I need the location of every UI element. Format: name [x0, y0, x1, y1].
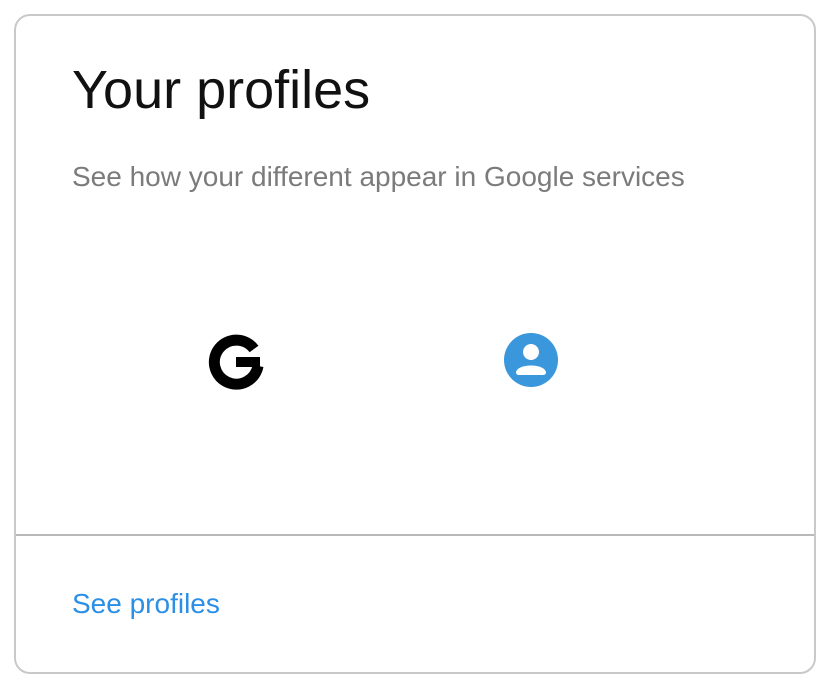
card-title: Your profiles — [72, 60, 371, 120]
google-g-icon — [208, 334, 264, 390]
account-circle-icon — [504, 333, 558, 387]
profiles-card: Your profiles See how your different app… — [14, 14, 816, 674]
see-profiles-link[interactable]: See profiles — [72, 587, 220, 621]
card-footer: See profiles — [16, 536, 814, 672]
card-subtitle: See how your different appear in Google … — [72, 161, 685, 192]
